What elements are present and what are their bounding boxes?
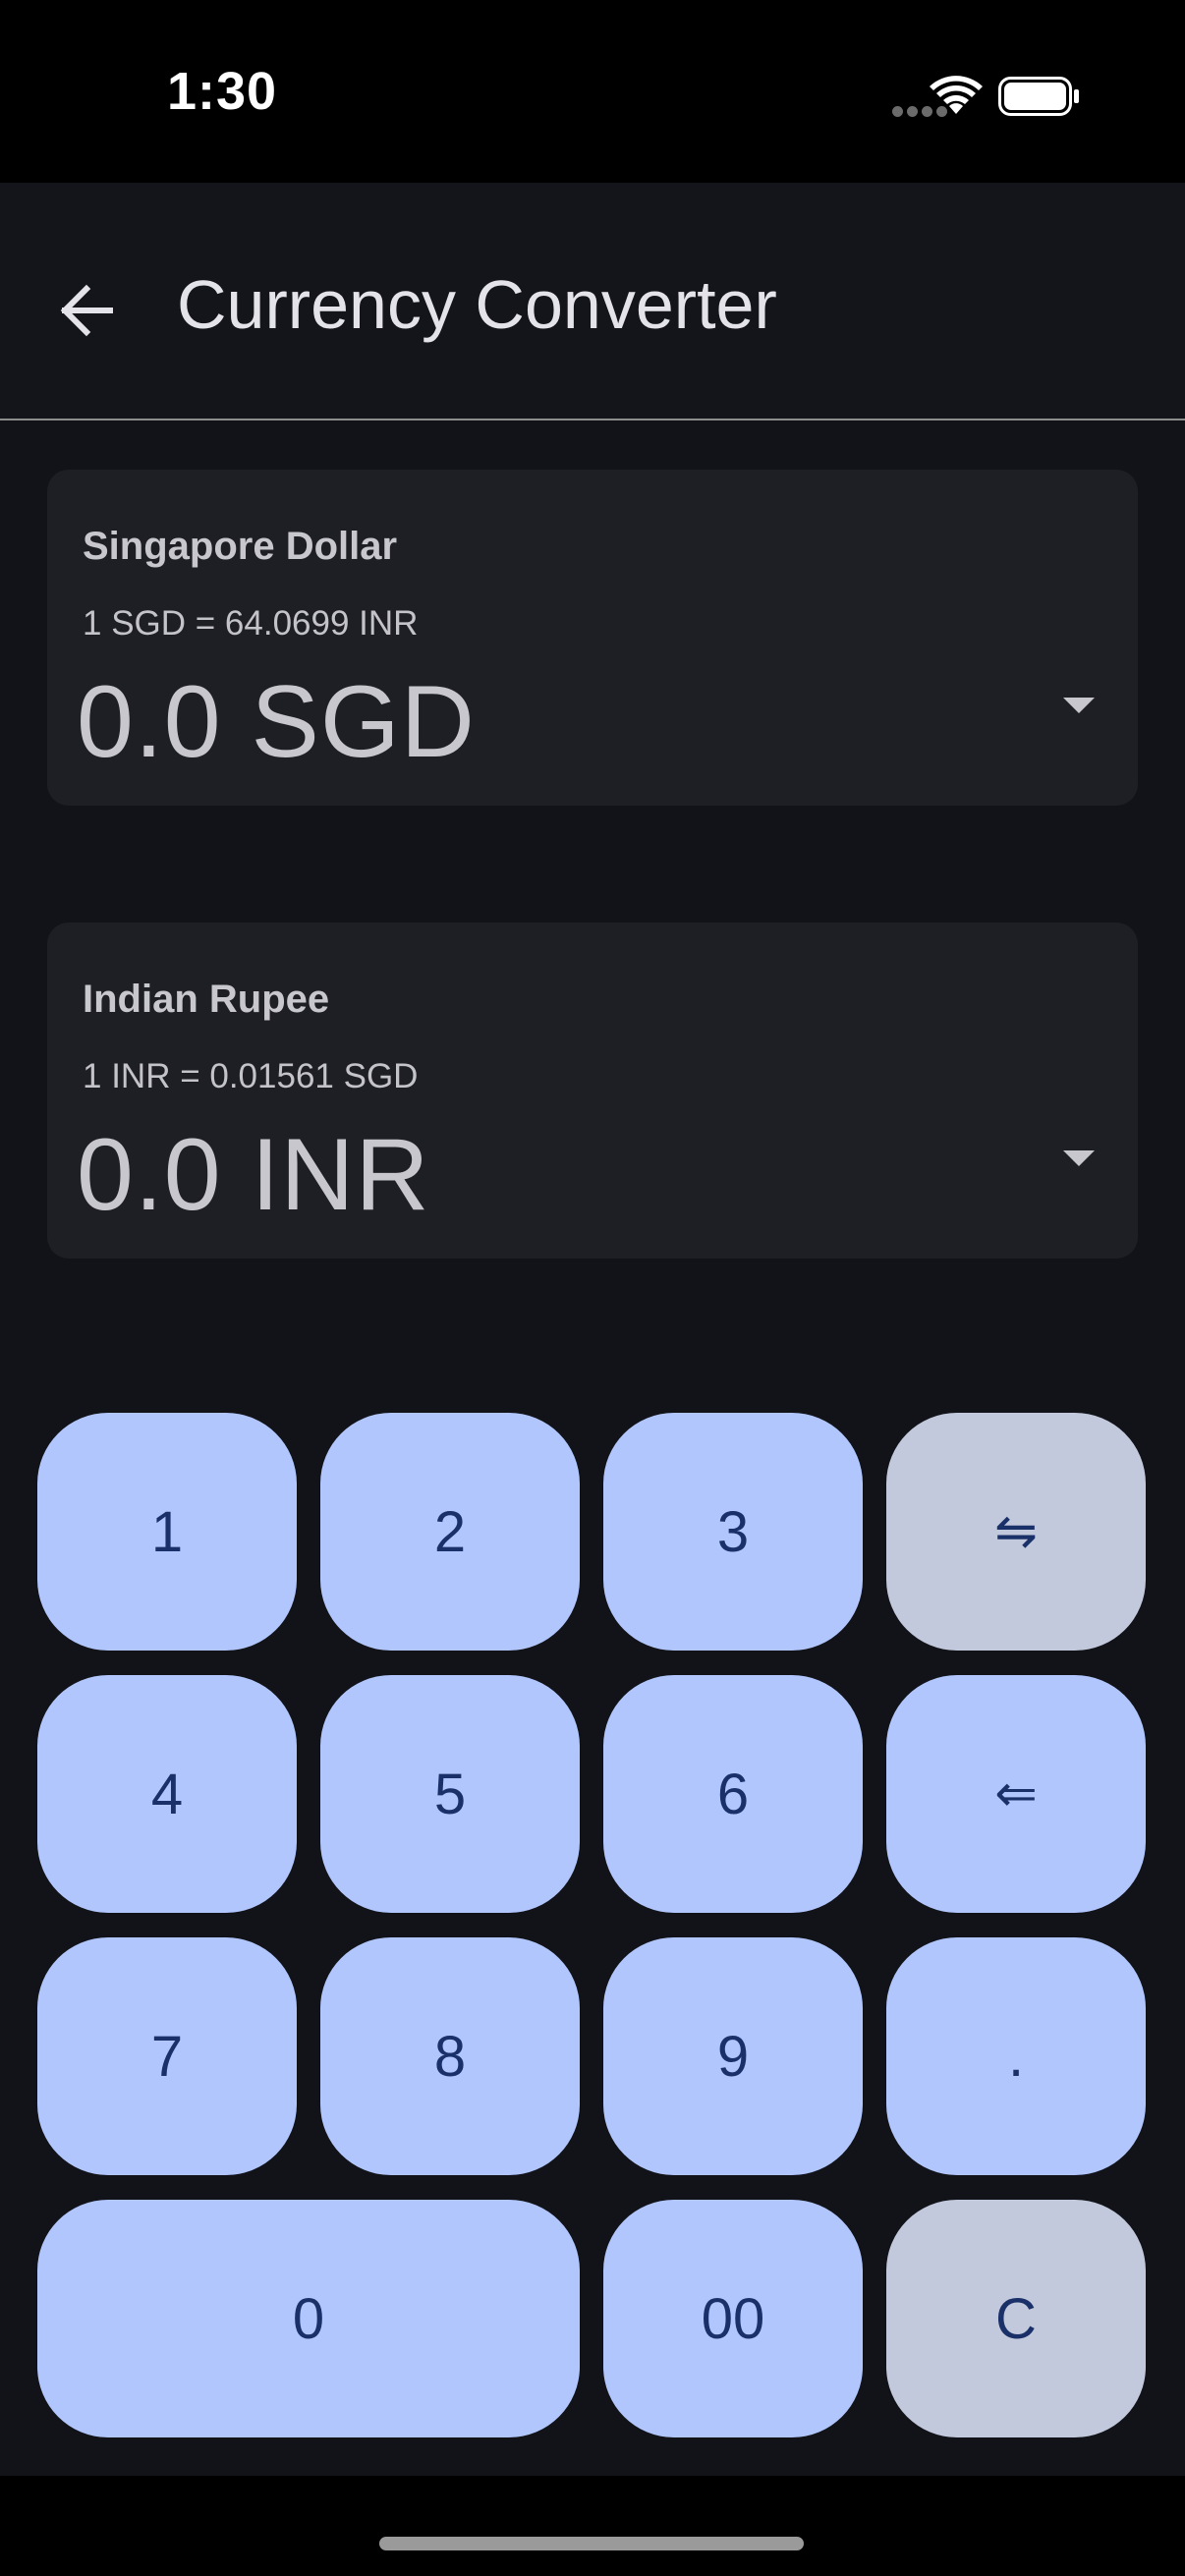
key-9[interactable]: 9	[603, 1937, 863, 2175]
key-0[interactable]: 0	[37, 2200, 580, 2437]
key-8[interactable]: 8	[320, 1937, 580, 2175]
to-currency-name: Indian Rupee	[83, 978, 330, 1021]
swap-icon: ⇋	[994, 1503, 1038, 1560]
back-arrow-icon	[60, 284, 113, 337]
app-bar: Currency Converter	[0, 183, 1185, 420]
swap-currencies-button[interactable]: ⇋	[886, 1413, 1146, 1651]
home-indicator[interactable]	[379, 2537, 804, 2550]
status-bar: 1:30	[0, 0, 1185, 183]
to-currency-rate: 1 INR = 0.01561 SGD	[83, 1057, 419, 1095]
key-4[interactable]: 4	[37, 1675, 297, 1913]
key-7[interactable]: 7	[37, 1937, 297, 2175]
key-00[interactable]: 00	[603, 2200, 863, 2437]
from-currency-name: Singapore Dollar	[83, 525, 398, 568]
key-1[interactable]: 1	[37, 1413, 297, 1651]
from-currency-card[interactable]: Singapore Dollar 1 SGD = 64.0699 INR 0.0…	[47, 470, 1138, 806]
key-2[interactable]: 2	[320, 1413, 580, 1651]
status-time: 1:30	[167, 62, 278, 121]
to-currency-amount: 0.0 INR	[77, 1118, 430, 1232]
backspace-icon: ⇐	[994, 1765, 1038, 1822]
key-6[interactable]: 6	[603, 1675, 863, 1913]
battery-icon	[998, 77, 1079, 116]
screen: 1:30 Currency Converter Singapore Dollar…	[0, 0, 1185, 2576]
key-5[interactable]: 5	[320, 1675, 580, 1913]
dropdown-arrow-icon[interactable]	[1059, 692, 1099, 717]
key-decimal[interactable]: .	[886, 1937, 1146, 2175]
clear-button[interactable]: C	[886, 2200, 1146, 2437]
converter-body: Singapore Dollar 1 SGD = 64.0699 INR 0.0…	[0, 420, 1185, 2476]
wifi-icon	[930, 76, 983, 114]
key-3[interactable]: 3	[603, 1413, 863, 1651]
to-currency-card[interactable]: Indian Rupee 1 INR = 0.01561 SGD 0.0 INR	[47, 923, 1138, 1259]
from-currency-rate: 1 SGD = 64.0699 INR	[83, 604, 419, 643]
from-currency-amount: 0.0 SGD	[77, 665, 476, 779]
back-button[interactable]	[49, 271, 128, 350]
backspace-button[interactable]: ⇐	[886, 1675, 1146, 1913]
bottom-safe-area	[0, 2476, 1185, 2576]
page-title: Currency Converter	[177, 266, 777, 343]
dropdown-arrow-icon[interactable]	[1059, 1145, 1099, 1170]
